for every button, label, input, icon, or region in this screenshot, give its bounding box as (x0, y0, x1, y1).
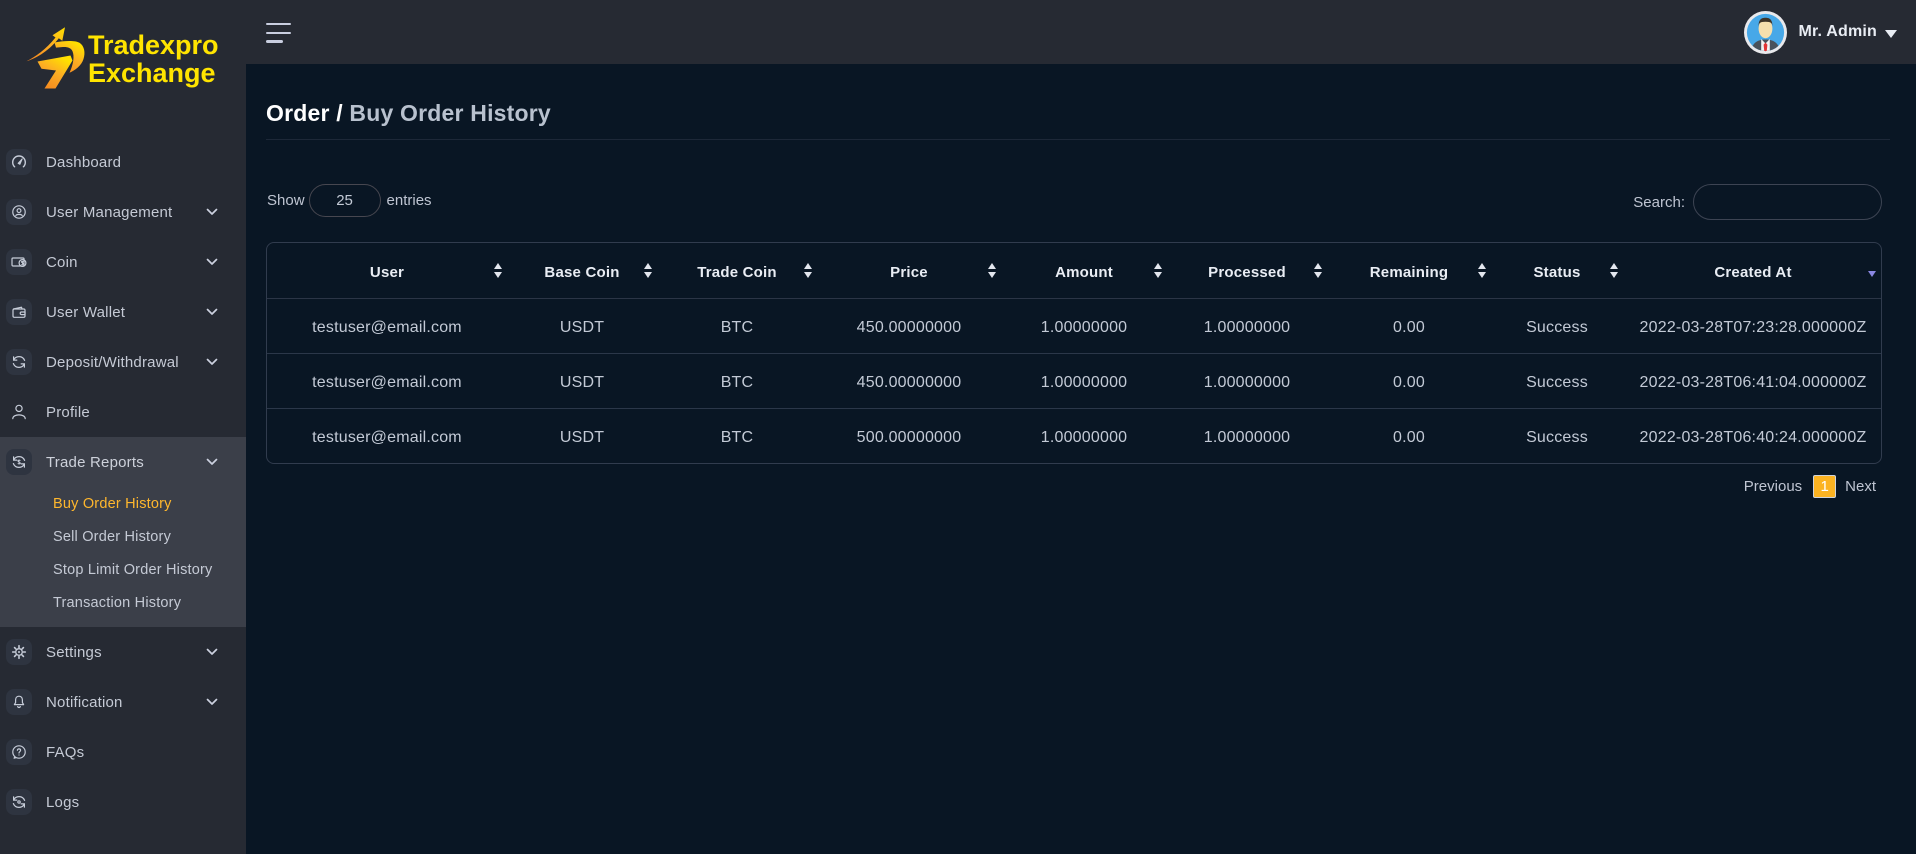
svg-text:Tradexpro: Tradexpro (88, 30, 218, 60)
svg-text:Exchange: Exchange (88, 58, 216, 88)
